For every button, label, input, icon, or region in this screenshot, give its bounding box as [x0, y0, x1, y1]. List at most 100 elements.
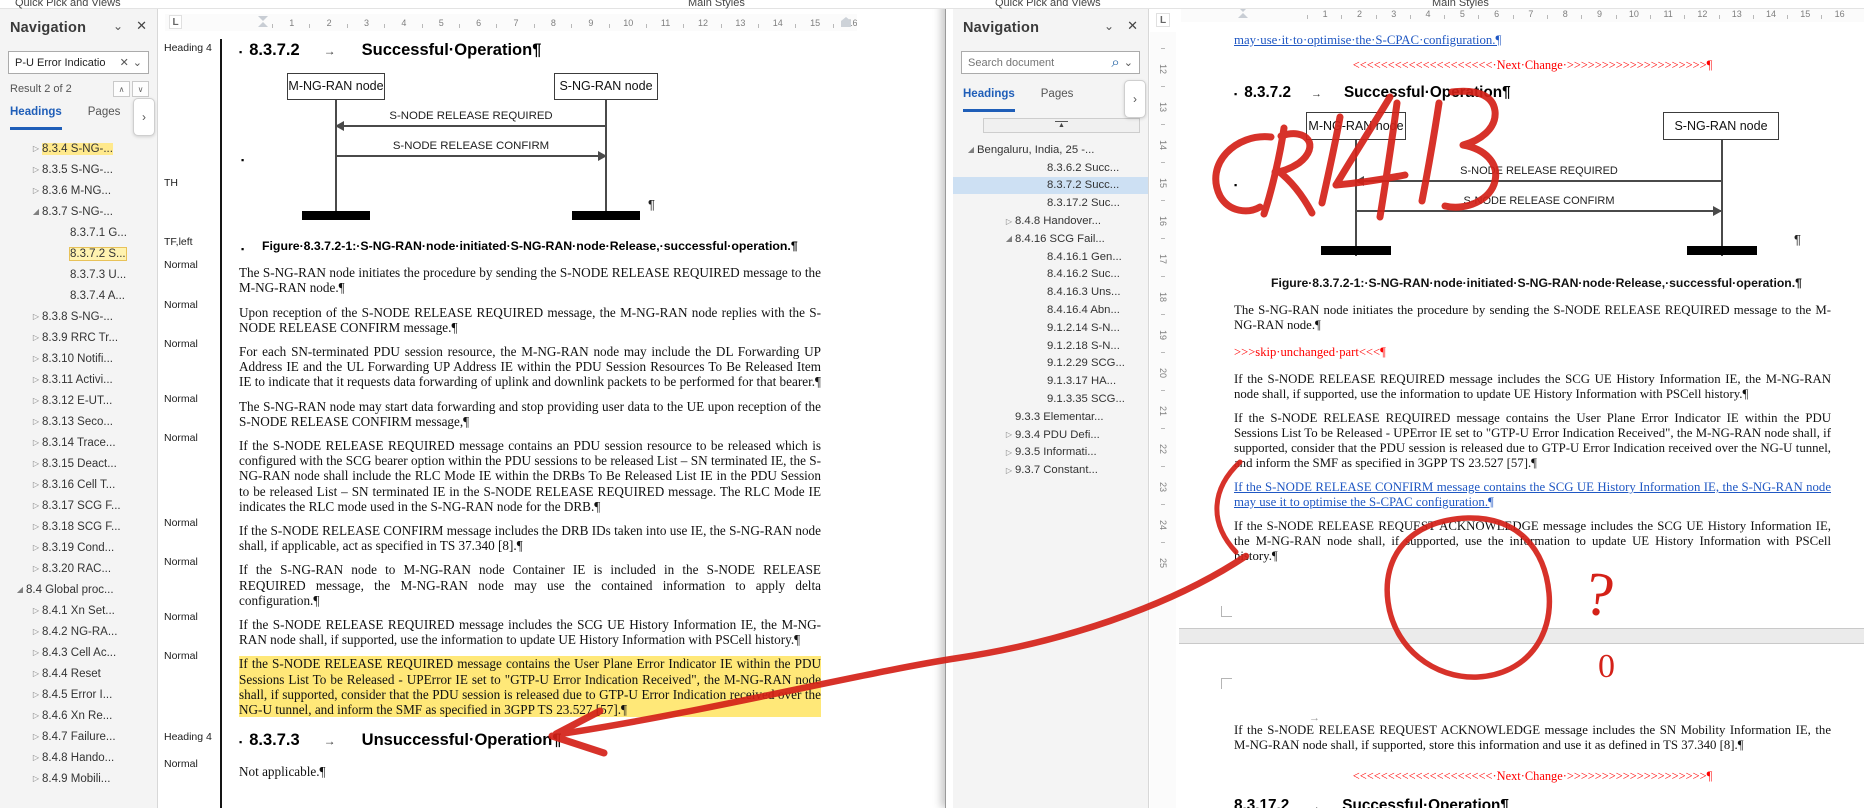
heading-tree-item[interactable]: 8.3.7.3 U... — [0, 264, 157, 285]
expander-icon[interactable]: ▷ — [30, 774, 42, 783]
expander-icon[interactable]: ▷ — [30, 648, 42, 657]
paragraph[interactable]: If the S-NODE RELEASE CONFIRM message in… — [239, 523, 821, 553]
heading-tree-item[interactable]: ▷ 8.3.19 Cond... — [0, 537, 157, 558]
style-label[interactable]: Heading 4 — [162, 717, 220, 755]
expander-icon[interactable]: ▷ — [1003, 430, 1015, 439]
expander-icon[interactable]: ▷ — [30, 711, 42, 720]
node-box-s-ng-ran[interactable]: S-NG-RAN node — [1663, 112, 1779, 140]
heading-tree-item[interactable]: ▷ 8.4.5 Error I... — [0, 684, 157, 705]
style-label[interactable]: Normal — [162, 608, 220, 647]
heading-tree-item[interactable]: ▷ 8.3.15 Deact... — [0, 453, 157, 474]
expander-icon[interactable]: ▷ — [30, 396, 42, 405]
heading-tree-item[interactable]: ▷ 8.4.2 NG-RA... — [0, 621, 157, 642]
node-box-m-ng-ran[interactable]: M-NG-RAN node — [1306, 112, 1406, 140]
jump-to-top-button[interactable]: ▲ — [983, 118, 1140, 133]
heading-tree-item[interactable]: ▷ 9.3.4 PDU Defi... — [953, 426, 1148, 444]
tab-headings[interactable]: Headings — [10, 106, 62, 130]
heading-tree-item[interactable]: ◢ 8.4.16 SCG Fail... — [953, 230, 1148, 248]
expander-icon[interactable]: ◢ — [965, 145, 977, 154]
inserted-paragraph[interactable]: If the S-NODE RELEASE CONFIRM message co… — [1234, 480, 1831, 510]
paragraph[interactable]: If the S-NG-RAN node to M-NG-RAN node Co… — [239, 562, 821, 608]
expander-icon[interactable]: ▷ — [30, 417, 42, 426]
inserted-text-tail[interactable]: may·use·it·to·optimise·the·S-CPAC·config… — [1234, 33, 1831, 48]
paragraph[interactable]: If the S-NODE RELEASE REQUEST ACKNOWLEDG… — [1234, 519, 1831, 564]
search-input[interactable] — [966, 56, 1109, 70]
heading-tree-item[interactable]: ▷ 8.4.3 Cell Ac... — [0, 642, 157, 663]
indent-marker[interactable] — [258, 16, 268, 29]
first-line-indent-marker[interactable] — [258, 16, 268, 21]
search-icon[interactable]: ⌕ — [1109, 58, 1121, 68]
expander-icon[interactable]: ▷ — [30, 333, 42, 342]
heading-tree-item[interactable]: ▷ 9.3.7 Constant... — [953, 461, 1148, 479]
heading-tree-item[interactable]: 8.3.7.4 A... — [0, 285, 157, 306]
next-change-separator[interactable]: <<<<<<<<<<<<<<<<<<<<·Next·Change·>>>>>>>… — [1234, 58, 1831, 73]
expander-icon[interactable]: ▷ — [30, 459, 42, 468]
heading-tree-item[interactable]: ▷ 8.3.20 RAC... — [0, 558, 157, 579]
expander-icon[interactable]: ◢ — [30, 207, 42, 216]
figure-caption[interactable]: ▪ Figure·8.3.7.2-1:·S-NG-RAN·node·initia… — [239, 233, 821, 256]
expander-icon[interactable]: ▷ — [30, 522, 42, 531]
style-label[interactable]: Normal — [162, 514, 220, 553]
expander-icon[interactable]: ▷ — [30, 669, 42, 678]
tab-headings[interactable]: Headings — [963, 88, 1015, 112]
heading-tree-item[interactable]: ▷ 8.3.17 SCG F... — [0, 495, 157, 516]
heading-tree-item[interactable]: ▷ 8.4.8 Hando... — [0, 747, 157, 768]
expander-icon[interactable]: ▷ — [30, 186, 42, 195]
heading-tree-item[interactable]: 9.1.3.35 SCG... — [953, 390, 1148, 408]
search-dropdown-icon[interactable]: ⌄ — [1122, 56, 1135, 69]
heading-tree-item[interactable]: ▷ 8.3.8 S-NG-... — [0, 306, 157, 327]
hanging-indent-marker[interactable] — [1238, 13, 1248, 18]
next-result-button[interactable]: ∨ — [132, 81, 149, 97]
close-icon[interactable]: ✕ — [1127, 18, 1138, 34]
expander-icon[interactable]: ▷ — [1003, 217, 1015, 226]
heading-8-3-17-2[interactable]: 8.3.17.2 → Successful·Operation¶ — [1234, 798, 1831, 808]
heading-tree-item[interactable]: 9.3.3 Elementar... — [953, 408, 1148, 426]
expander-icon[interactable]: ▷ — [30, 375, 42, 384]
expander-icon[interactable]: ▷ — [30, 627, 42, 636]
heading-tree-item[interactable]: ◢ Bengaluru, India, 25 -... — [953, 141, 1148, 159]
style-label[interactable]: Normal — [162, 256, 220, 295]
style-label[interactable]: TH — [162, 65, 220, 233]
expander-icon[interactable]: ▷ — [30, 501, 42, 510]
tab-pages[interactable]: Pages — [1041, 88, 1074, 112]
expander-icon[interactable]: ▷ — [30, 438, 42, 447]
heading-tree-item[interactable]: ▷ 8.3.14 Trace... — [0, 432, 157, 453]
skip-unchanged-note[interactable]: >>>skip·unchanged·part<<<¶ — [1234, 345, 1831, 360]
heading-tree-item[interactable]: 8.3.7.2 S... — [0, 243, 157, 264]
heading-tree-item[interactable]: 8.4.16.4 Abn... — [953, 301, 1148, 319]
heading-tree-item[interactable]: 8.3.7.2 Succ... — [953, 177, 1148, 195]
style-label[interactable]: Normal — [162, 755, 220, 779]
tab-selector[interactable]: L — [1156, 13, 1170, 27]
heading-8-3-7-2[interactable]: ▪ 8.3.7.2 → Successful·Operation¶ — [1234, 85, 1831, 102]
heading-tree-item[interactable]: ▷ 8.4.1 Xn Set... — [0, 600, 157, 621]
search-input[interactable] — [13, 56, 118, 70]
close-icon[interactable]: ✕ — [136, 18, 147, 34]
style-label[interactable]: Normal — [162, 390, 220, 429]
expander-icon[interactable]: ▷ — [30, 606, 42, 615]
style-label[interactable]: Normal — [162, 429, 220, 514]
tab-selector[interactable]: L — [169, 15, 182, 29]
heading-tree-item[interactable]: 9.1.2.29 SCG... — [953, 355, 1148, 373]
more-tabs-button[interactable]: › — [133, 98, 155, 136]
expander-icon[interactable]: ▷ — [1003, 466, 1015, 475]
paragraph[interactable]: The S-NG-RAN node initiates the procedur… — [1234, 303, 1831, 333]
expander-icon[interactable]: ▷ — [30, 480, 42, 489]
expander-icon[interactable]: ▷ — [1003, 448, 1015, 457]
heading-tree-item[interactable]: ▷ 8.3.12 E-UT... — [0, 390, 157, 411]
heading-tree-item[interactable]: 8.3.6.2 Succ... — [953, 159, 1148, 177]
right-document-content[interactable]: may·use·it·to·optimise·the·S-CPAC·config… — [1234, 30, 1831, 808]
paragraph[interactable]: If the S-NODE RELEASE REQUIRED message i… — [1234, 372, 1831, 402]
style-label[interactable]: Normal — [162, 296, 220, 335]
style-label[interactable]: TF,left — [162, 233, 220, 256]
expander-icon[interactable]: ◢ — [1003, 234, 1015, 243]
chevron-down-icon[interactable]: ⌄ — [1104, 19, 1114, 33]
heading-tree-item[interactable]: 9.1.2.14 S-N... — [953, 319, 1148, 337]
heading-tree-item[interactable]: ◢ 8.3.7 S-NG-... — [0, 201, 157, 222]
heading-tree-item[interactable]: ▷ 8.3.11 Activi... — [0, 369, 157, 390]
right-document-area[interactable]: → may·use·it·to·optimise·the·S-CPAC·conf… — [1181, 30, 1864, 808]
paragraph[interactable]: If the S-NODE RELEASE REQUIRED message i… — [239, 617, 821, 647]
heading-tree-item[interactable]: ▷ 8.3.18 SCG F... — [0, 516, 157, 537]
expander-icon[interactable]: ▷ — [30, 144, 42, 153]
node-box-m-ng-ran[interactable]: M-NG-RAN node — [287, 73, 385, 100]
style-label[interactable]: Heading 4 — [162, 39, 220, 65]
